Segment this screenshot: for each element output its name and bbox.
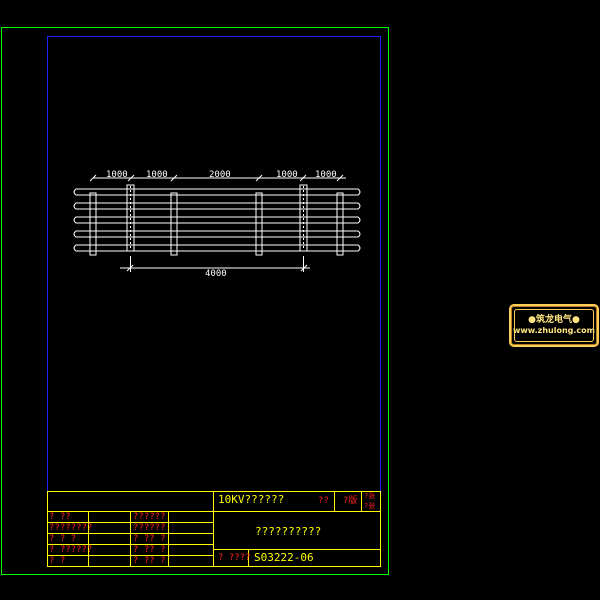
row-4-col-2: ? ?? ?: [133, 545, 166, 555]
dim-label-5: 1000: [315, 170, 337, 180]
drawing-name: ??????????: [255, 525, 322, 538]
title-label-c: ?张: [364, 492, 376, 500]
dim-label-2: 1000: [146, 170, 168, 180]
inner-frame: [47, 36, 381, 567]
watermark-url: www.zhulong.com: [512, 326, 596, 335]
watermark-brand: ●筑龙电气●: [528, 315, 580, 325]
outer-frame: [1, 27, 389, 575]
dim-label-4: 1000: [276, 170, 298, 180]
cad-drawing-canvas: 1000 1000 2000 1000 1000 4000: [1, 27, 389, 575]
row-3-col-2: ? ?? ?: [133, 534, 166, 544]
row-2-col-2: ??????: [133, 523, 166, 533]
horizontal-rails: [73, 188, 361, 252]
title-label-a: ??: [318, 496, 329, 506]
row-1-col-2: ??????: [133, 512, 166, 522]
fence-elevation-drawing: [73, 174, 361, 272]
title-block: [47, 491, 381, 567]
post-hatching: [130, 186, 304, 250]
rail-overlay: [76, 188, 358, 252]
row-1-col-1: ? ??: [49, 512, 71, 522]
dim-label-1: 1000: [106, 170, 128, 180]
row-5-col-1: ? ?: [49, 556, 66, 566]
row-3-col-1: ? ? ?: [49, 534, 77, 544]
title-label-d: ?张: [364, 502, 376, 510]
drawing-number: S03222-06: [254, 551, 314, 564]
drawing-code-label: ? ????: [218, 553, 251, 563]
row-5-col-2: ? ?? ?: [133, 556, 166, 566]
row-4-col-1: ? ??????: [49, 545, 93, 555]
title-label-b: ?版: [343, 496, 358, 506]
row-2-col-1: ????????: [49, 523, 93, 533]
dim-label-3: 2000: [209, 170, 231, 180]
watermark-badge: ●筑龙电气● www.zhulong.com: [509, 304, 599, 347]
dim-label-bottom: 4000: [205, 269, 227, 279]
project-title: 10KV??????: [218, 493, 285, 506]
